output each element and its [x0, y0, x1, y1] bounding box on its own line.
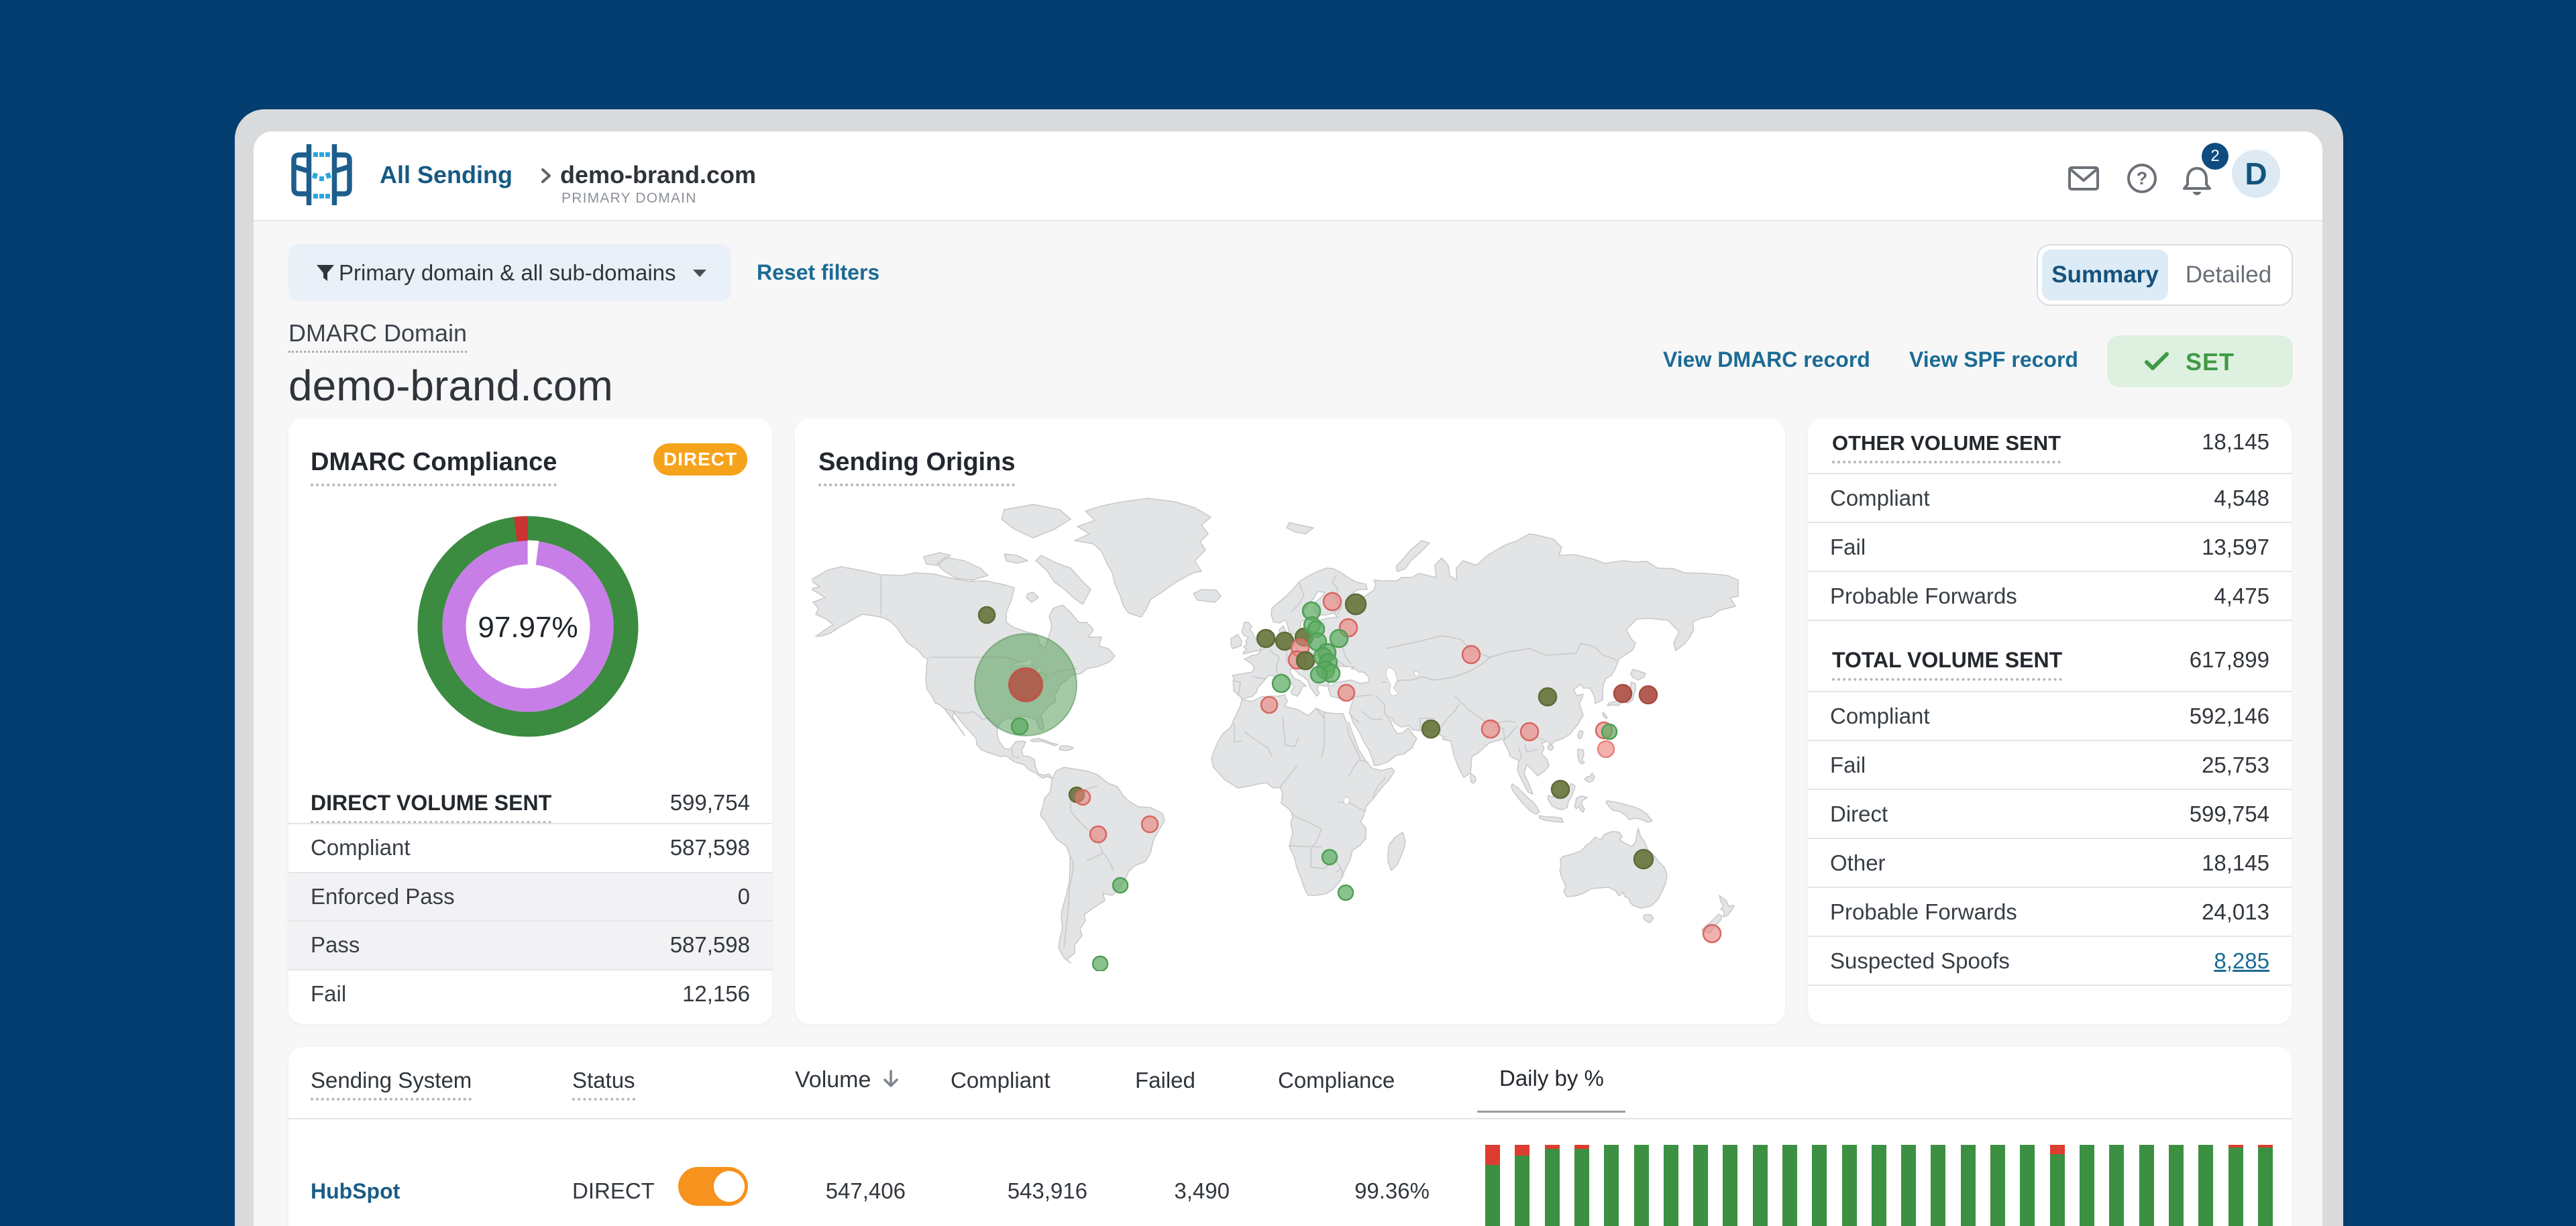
svg-text:?: ? — [2137, 168, 2148, 188]
svg-text:97.97%: 97.97% — [478, 611, 578, 644]
